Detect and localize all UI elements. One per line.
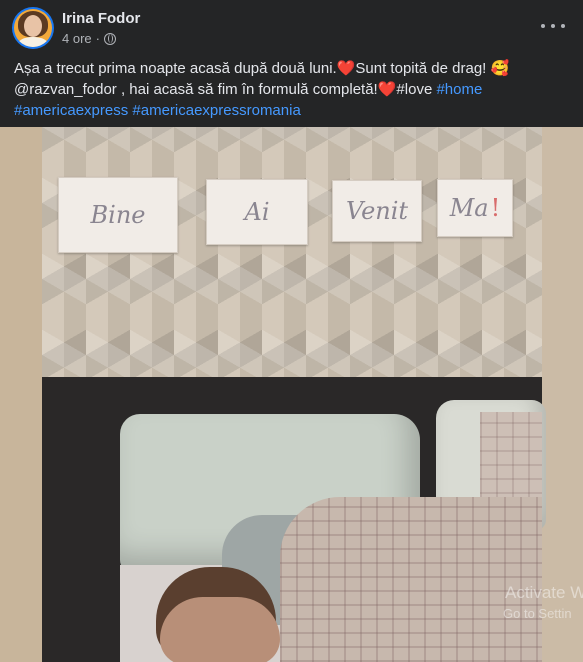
- sign-ma: Ma!: [437, 179, 513, 237]
- windows-activation-title: Activate W: [505, 583, 583, 602]
- facebook-post: Irina Fodor 4 ore · Așa a trecut prima n…: [0, 0, 583, 662]
- caption-text-4: #love: [396, 81, 437, 98]
- post-meta: 4 ore ·: [62, 31, 116, 46]
- heart-emoji-2: ❤️: [377, 81, 397, 98]
- post-time[interactable]: 4 ore: [62, 31, 92, 46]
- author-name[interactable]: Irina Fodor: [62, 10, 140, 27]
- author-avatar[interactable]: [14, 9, 52, 47]
- blanket: [280, 497, 542, 662]
- hashtag-home[interactable]: #home: [436, 81, 482, 98]
- heart-emoji: ❤️: [336, 60, 356, 77]
- sign-ai: Ai: [206, 179, 308, 245]
- avatar-shirt: [18, 37, 48, 47]
- post-photo[interactable]: Bine Ai Venit Ma!: [0, 127, 583, 662]
- more-horizontal-icon[interactable]: [541, 16, 565, 36]
- photo-margin-left: [0, 127, 42, 662]
- meta-separator: ·: [95, 31, 100, 46]
- sign-ma-mark: !: [490, 194, 501, 222]
- smiling-face-emoji: 🥰: [490, 60, 510, 77]
- globe-icon[interactable]: [103, 32, 116, 45]
- hashtag-americaexpress[interactable]: #americaexpress: [14, 102, 128, 119]
- hashtag-americaexpressromania[interactable]: #americaexpressromania: [132, 102, 300, 119]
- post-header: Irina Fodor 4 ore ·: [0, 0, 583, 52]
- post-caption: Așa a trecut prima noapte acasă după dou…: [14, 58, 569, 121]
- caption-text-3: @razvan_fodor , hai acasă să fim în form…: [14, 81, 378, 98]
- sign-venit: Venit: [332, 180, 422, 242]
- photo-margin-right: [542, 127, 583, 662]
- person-face: [160, 597, 280, 662]
- caption-text-1: Așa a trecut prima noapte acasă după dou…: [14, 60, 337, 77]
- caption-text-2: Sunt topită de drag!: [355, 60, 491, 77]
- windows-activation-subtitle: Go to Settin: [503, 606, 572, 621]
- avatar-face: [24, 15, 42, 37]
- sign-bine: Bine: [58, 177, 178, 253]
- sign-ma-text: Ma: [449, 194, 489, 222]
